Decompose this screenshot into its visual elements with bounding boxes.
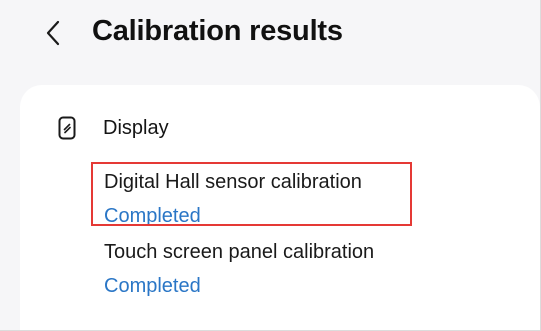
page-title: Calibration results <box>92 15 343 47</box>
calibration-status: Completed <box>104 275 201 297</box>
back-button[interactable] <box>38 16 68 50</box>
section-title-display: Display <box>103 117 169 139</box>
chevron-left-icon <box>46 20 60 46</box>
calibration-item-label: Digital Hall sensor calibration <box>104 171 362 193</box>
calibration-item-digital-hall-sensor[interactable]: Digital Hall sensor calibration Complete… <box>104 170 362 228</box>
calibration-item-label: Touch screen panel calibration <box>104 241 375 263</box>
calibration-status: Completed <box>104 205 201 227</box>
calibration-item-touch-screen-panel[interactable]: Touch screen panel calibration Completed <box>104 240 374 298</box>
app-header: Calibration results <box>0 0 541 70</box>
phone-outline-icon <box>58 116 76 140</box>
